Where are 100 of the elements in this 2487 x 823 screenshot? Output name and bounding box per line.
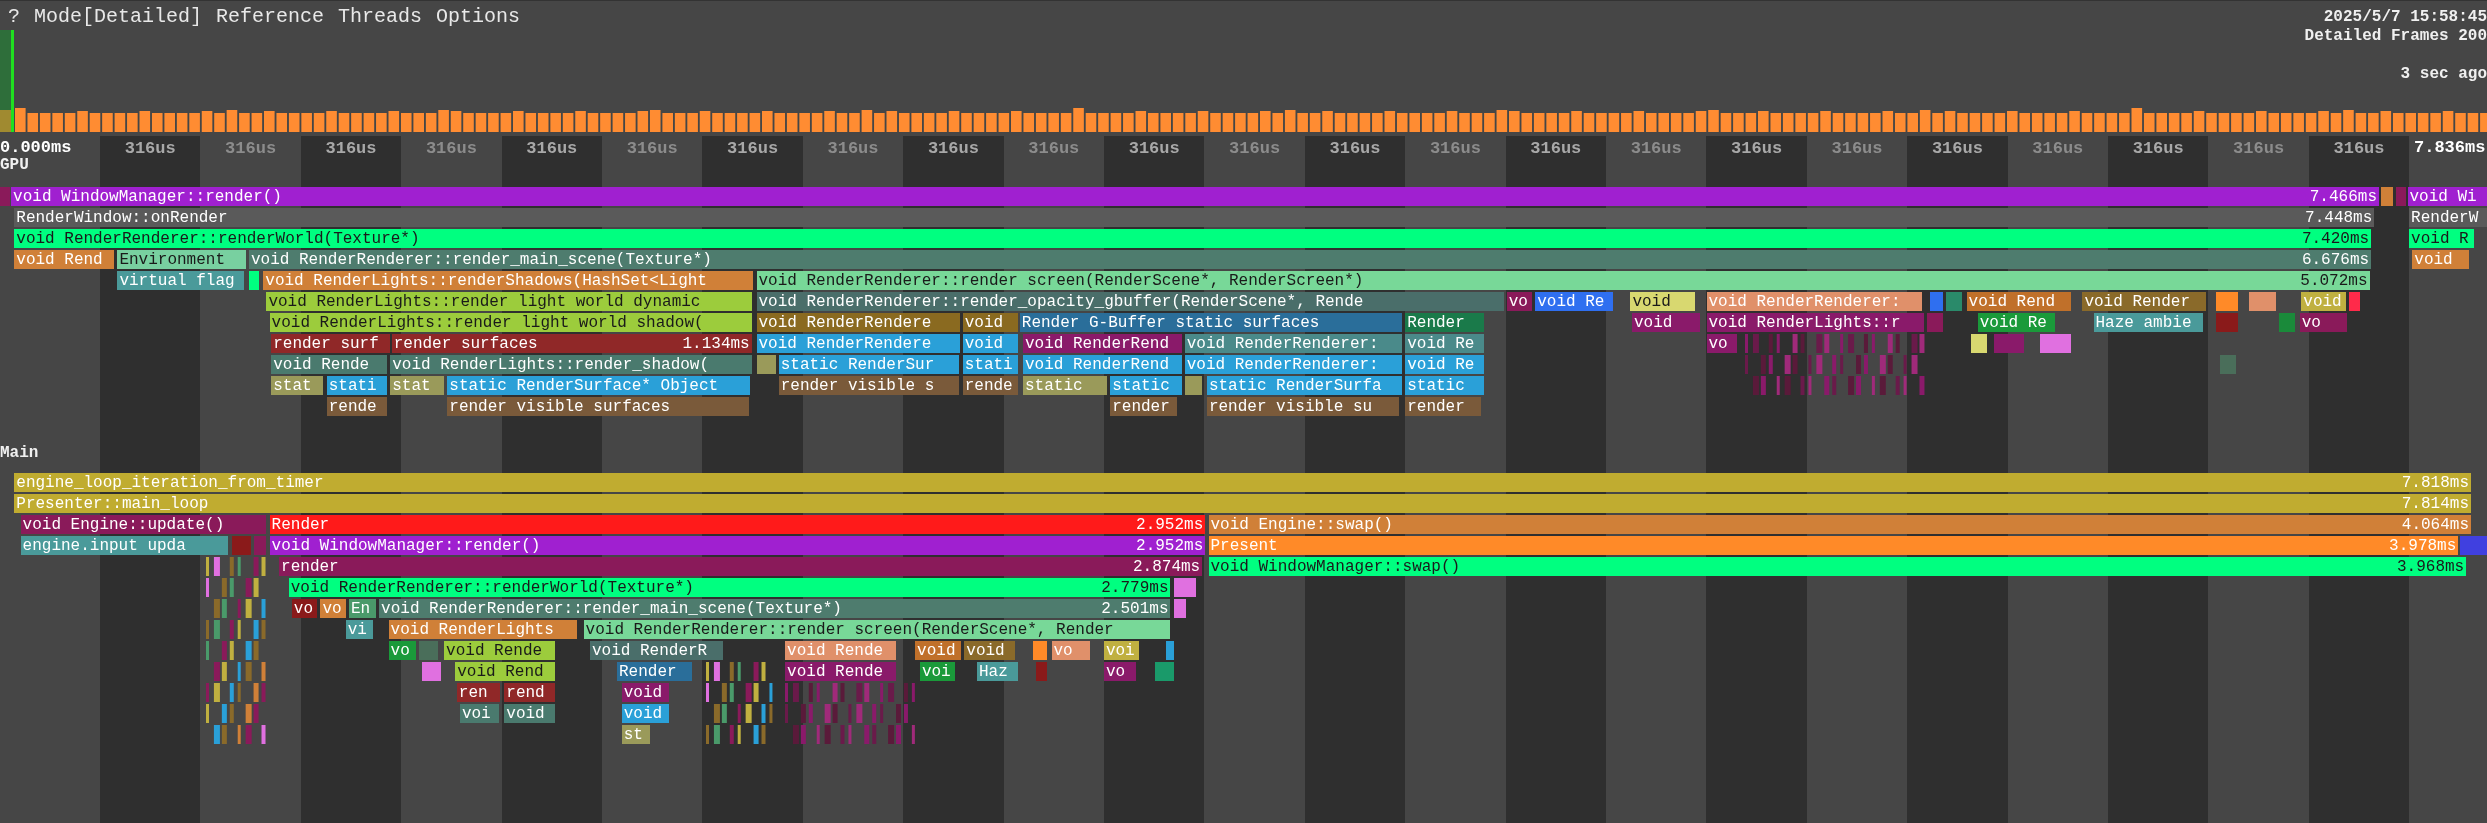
call-bar[interactable]: void RenderRenderer::renderWorld(Texture*) 7.420ms (14, 229, 2372, 248)
call-bar[interactable] (2215, 292, 2238, 311)
call-bar[interactable]: En (348, 599, 376, 618)
call-bar[interactable]: void Rend (1966, 292, 2072, 311)
thread-label: GPU (0, 156, 29, 174)
call-label: voi (461, 704, 491, 723)
call-bar[interactable]: vo (291, 599, 318, 618)
call-bar[interactable]: void WindowManager::render() 7.466ms (11, 187, 2379, 206)
call-label: voi (921, 662, 951, 681)
call-bar[interactable]: void Engine::swap() 4.064ms (1208, 515, 2471, 534)
call-bar[interactable]: void (962, 334, 1019, 353)
call-bar[interactable]: Environment (117, 250, 246, 269)
call-bar[interactable]: void (621, 704, 670, 723)
call-bar[interactable] (1032, 641, 1047, 660)
call-duration: 7.814ms (2401, 494, 2469, 513)
call-bar[interactable]: rende (326, 397, 387, 416)
menu-item[interactable]: ? (8, 4, 20, 28)
menu-item[interactable]: Threads (338, 4, 423, 28)
call-label: RenderWindow::onRender (16, 208, 228, 227)
call-bar[interactable]: render surfaces 1.134ms (391, 334, 752, 353)
call-bar[interactable]: static (1405, 376, 1485, 395)
call-bar[interactable]: void RenderRenderer::render_main_scene(Texture*) 6.676ms (249, 250, 2372, 269)
call-bar[interactable]: void Rende (271, 355, 387, 374)
call-bar[interactable]: vo (1706, 334, 1737, 353)
call-bar[interactable]: stati (326, 376, 387, 395)
call-bar[interactable]: void Render (2082, 292, 2207, 311)
call-bar[interactable]: vo (388, 641, 416, 660)
call-bar[interactable]: void Engine::update() (20, 515, 267, 534)
call-label: void (917, 641, 956, 660)
call-label: st (623, 725, 643, 744)
call-bar[interactable]: Haz (977, 662, 1019, 681)
call-bar[interactable]: void WindowManager::swap() 3.968ms (1208, 557, 2467, 576)
call-bar[interactable] (1165, 641, 1174, 660)
call-label: void RenderRenderer::render screen(RenderScene*, RenderScreen*) (758, 271, 1364, 290)
call-bar[interactable]: void WindowManager::render() 2.952ms (269, 536, 1206, 555)
call-bar[interactable]: voi (919, 662, 955, 681)
call-bar[interactable]: void (1630, 292, 1696, 311)
call-label: rende (328, 397, 377, 416)
call-bar[interactable]: static (1023, 376, 1108, 395)
call-bar[interactable]: render visible surfaces (447, 397, 749, 416)
call-bar[interactable]: rend (504, 683, 556, 702)
call-bar[interactable]: void (2412, 250, 2470, 269)
menu-item[interactable]: Options (436, 4, 521, 28)
frames-label: Detailed Frames 200 (2304, 27, 2487, 46)
call-duration: 2.501ms (1101, 599, 1169, 618)
call-bar[interactable]: vo (320, 599, 346, 618)
call-label: En (350, 599, 371, 618)
call-bar[interactable]: stat (271, 376, 324, 395)
call-label: stati (328, 376, 377, 395)
call-bar[interactable]: static (1110, 376, 1182, 395)
call-bar[interactable]: void (621, 683, 670, 702)
call-label: void (2414, 250, 2453, 269)
call-bar[interactable] (1173, 578, 1196, 597)
call-bar[interactable]: void (964, 641, 1016, 660)
call-label: ren (458, 683, 488, 702)
call-label: vo (293, 599, 313, 618)
time-start-label: 0.000ms (0, 138, 72, 157)
call-bar[interactable] (2248, 292, 2276, 311)
call-bar[interactable]: void RenderRenderer::render screen(RenderScene*, RenderScreen*) 5.072ms (756, 271, 2370, 290)
call-bar[interactable]: engine.input upda (20, 536, 229, 555)
call-label: void (623, 683, 663, 702)
call-label: void Engine::update() (22, 515, 225, 534)
call-duration: 1.134ms (682, 334, 750, 353)
call-label: static (1025, 376, 1083, 395)
call-bar[interactable]: void (915, 641, 962, 660)
call-bar[interactable]: void (962, 313, 1019, 332)
call-bar[interactable]: void RenderRenderer::renderWorld(Texture*) 2.779ms (288, 578, 1171, 597)
call-bar[interactable]: void RenderRenderer::render_opacity_gbuffer(RenderScene*, Rende (756, 292, 1504, 311)
call-bar[interactable]: render (1405, 397, 1482, 416)
call-bar[interactable]: Render (1405, 313, 1485, 332)
call-label: void WindowManager::render() (271, 536, 541, 555)
call-bar[interactable]: vo (2299, 313, 2348, 332)
call-bar[interactable]: vi (345, 620, 373, 639)
frame-history-drawing[interactable] (0, 30, 2487, 132)
call-label: vo (2301, 313, 2321, 332)
call-bar[interactable]: RenderWindow::onRender 7.448ms (14, 208, 2375, 227)
thread-label: Main (0, 444, 39, 462)
call-label: static (1112, 376, 1170, 395)
call-label: void (1634, 313, 1673, 332)
call-label: render (1407, 397, 1465, 416)
call-bar[interactable]: Render 2.952ms (269, 515, 1206, 534)
call-label: void RenderRenderer::render_opacity_gbuffer(RenderScene*, Rende (758, 292, 1364, 311)
call-label: render (281, 557, 339, 576)
menu-item[interactable]: Mode[Detailed] (34, 4, 203, 28)
call-bar[interactable]: st (621, 725, 651, 744)
call-bar[interactable]: void (504, 704, 556, 723)
call-bar[interactable]: void RenderRenderer::render_main_scene(Texture*) 2.501ms (379, 599, 1171, 618)
call-bar[interactable]: voi (459, 704, 500, 723)
call-label: render visible surfaces (449, 397, 671, 416)
call-bar[interactable]: Render (617, 662, 692, 681)
call-bar[interactable] (1971, 334, 1988, 353)
call-label: void WindowManager::render() (13, 187, 282, 206)
call-bar[interactable]: ren (456, 683, 500, 702)
menu-item[interactable]: Reference (216, 4, 325, 28)
call-bar[interactable]: vo (1506, 292, 1533, 311)
call-bar[interactable]: void (1632, 313, 1701, 332)
call-bar[interactable]: render 2.874ms (279, 557, 1203, 576)
call-bar[interactable]: vo (1103, 662, 1136, 681)
call-bar[interactable]: stat (390, 376, 445, 395)
call-bar[interactable]: Render G-Buffer static surfaces (1019, 313, 1402, 332)
